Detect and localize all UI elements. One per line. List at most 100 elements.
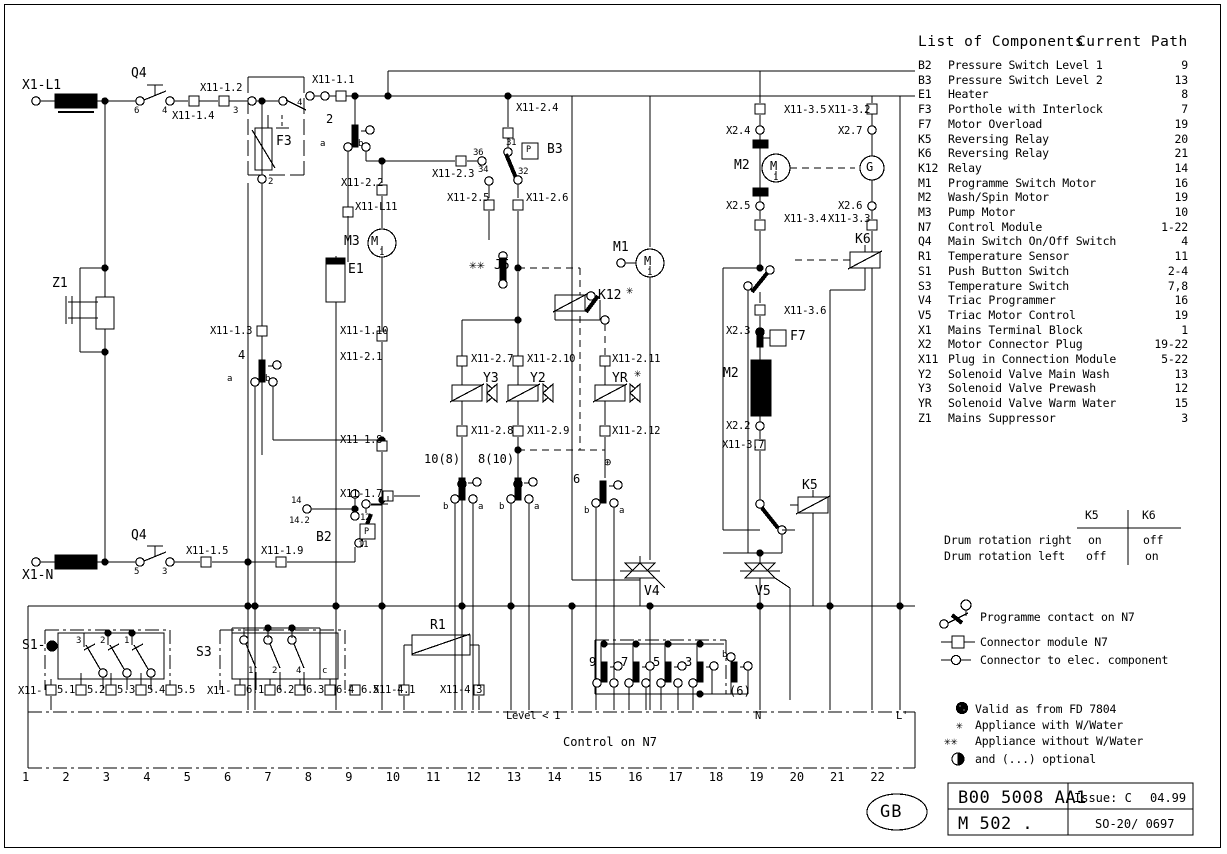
component-name-m1: Programme Switch Motor xyxy=(948,175,1096,190)
contact-6-label: 6 xyxy=(573,472,581,486)
component-name-x1: Mains Terminal Block xyxy=(948,322,1083,337)
contact-6-optional-label: (6) xyxy=(729,684,751,698)
component-name-b2: Pressure Switch Level 1 xyxy=(948,58,1103,72)
path-number-18: 18 xyxy=(708,770,724,784)
s1-contact2-b: b xyxy=(358,139,364,149)
x2-4-label: X2.4 xyxy=(726,125,751,137)
country-code: GB xyxy=(880,802,903,822)
s1-num-1: 1 xyxy=(124,636,130,646)
x11-6-4-label: 6.4 xyxy=(336,684,355,696)
contact-b-label: b xyxy=(722,650,728,660)
x11-5-1-label: 5.1 xyxy=(57,684,76,696)
component-path-v5: 19 xyxy=(1174,307,1189,322)
path-number-5: 5 xyxy=(183,770,191,784)
component-path-q4: 4 xyxy=(1181,234,1188,249)
component-path-z1: 3 xyxy=(1181,410,1188,425)
x11-prefix-s3: X11- xyxy=(207,685,232,697)
x11-prefix-s1: X11- xyxy=(18,685,43,697)
q4-top-num-6: 6 xyxy=(134,106,140,116)
y3-label: Y3 xyxy=(483,371,499,386)
path-number-16: 16 xyxy=(628,770,643,784)
q4-top-label: Q4 xyxy=(131,66,147,81)
q4-bottom-label: Q4 xyxy=(131,528,147,543)
yr-label: YR xyxy=(612,371,628,386)
component-id-m1: M1 xyxy=(918,175,932,190)
x11-1-3-label: X11-1.3 xyxy=(210,325,253,337)
x11-2-8-label: X11-2.8 xyxy=(471,425,514,437)
m2-num-1: 1 xyxy=(773,173,779,183)
wiring-diagram-page: List of Components Current Path B2 Pressu… xyxy=(0,0,1227,854)
drawing-ref: SO-20/ 0697 xyxy=(1095,817,1175,831)
component-name-r1: Temperature Sensor xyxy=(948,249,1070,264)
component-path-b3: 13 xyxy=(1174,72,1189,87)
current-path-header: Current Path xyxy=(1077,34,1188,50)
component-id-n7: N7 xyxy=(918,219,932,234)
x11-3-2-label: X11-3.2 xyxy=(828,104,871,116)
x11-4-1-label: X11-4.1 xyxy=(373,684,416,696)
component-path-r1: 11 xyxy=(1174,249,1189,264)
f3-num-3: 3 xyxy=(233,106,239,116)
component-id-y2: Y2 xyxy=(918,366,932,381)
x11-5-5-label: 5.5 xyxy=(177,684,196,696)
component-name-y2: Solenoid Valve Main Wash xyxy=(948,366,1110,381)
component-id-k6: K6 xyxy=(918,146,932,161)
m2-top-label: M2 xyxy=(734,158,750,173)
component-name-yr: Solenoid Valve Warm Water xyxy=(948,396,1117,411)
y2-contact-b: b xyxy=(499,502,505,512)
s1-contact4-num: 4 xyxy=(238,348,246,362)
x11-3-4-label: X11-3.4 xyxy=(784,213,827,225)
component-id-f7: F7 xyxy=(918,116,932,131)
legend-connector-module-text: Connector module N7 xyxy=(980,635,1108,649)
x11-l11-label: X11-L11 xyxy=(355,201,398,213)
s1-contact2-num: 2 xyxy=(326,112,334,126)
r1-label: R1 xyxy=(430,618,446,633)
n-label: N xyxy=(755,710,762,722)
path-number-1: 1 xyxy=(22,770,30,784)
x2-6-label: X2.6 xyxy=(838,200,863,212)
x11-6-1-label: 6.1 xyxy=(246,684,265,696)
x11-3-6-label: X11-3.6 xyxy=(784,305,827,317)
x11-1-5-label: X11-1.5 xyxy=(186,545,229,557)
b3-num-34: 34 xyxy=(478,165,489,175)
issue-label: Issue: C xyxy=(1074,791,1132,805)
x1-n-label: X1-N xyxy=(22,568,54,583)
contact-7-label: 7 xyxy=(621,655,629,669)
components-list-title: List of Components xyxy=(918,34,1085,50)
f3-label: F3 xyxy=(276,134,292,149)
component-path-v4: 16 xyxy=(1174,293,1189,308)
x11-2-9-label: X11-2.9 xyxy=(527,425,570,437)
component-name-y3: Solenoid Valve Prewash xyxy=(948,381,1096,396)
component-path-m2: 19 xyxy=(1174,190,1189,205)
m3-label: M3 xyxy=(344,234,360,249)
component-id-x2: X2 xyxy=(918,337,932,352)
yr-marker: ✳ xyxy=(634,366,642,380)
component-name-v5: Triac Motor Control xyxy=(948,307,1076,322)
x11-6-3-label: 6.3 xyxy=(306,684,325,696)
s3-num-2: 2 xyxy=(272,666,278,676)
component-name-k6: Reversing Relay xyxy=(948,146,1049,161)
component-path-f3: 7 xyxy=(1181,102,1188,117)
control-on-n7-label: Control on N7 xyxy=(563,735,657,749)
rotation-row-left-k6: on xyxy=(1145,549,1159,563)
component-name-x2: Motor Connector Plug xyxy=(948,337,1083,352)
x11-2-5-label: X11-2.5 xyxy=(447,192,490,204)
q4-bot-num-5: 5 xyxy=(134,567,140,577)
component-name-f7: Motor Overload xyxy=(948,116,1043,131)
note-with-water-marker: ✳ xyxy=(956,718,963,732)
x11-4-3-label: X11-4.3 xyxy=(440,684,483,696)
component-id-f3: F3 xyxy=(918,102,932,117)
b2-num-11: 11 xyxy=(358,540,369,550)
component-name-v4: Triac Programmer xyxy=(948,293,1056,308)
l-prime-label: L' xyxy=(896,710,909,722)
x2-5-label: X2.5 xyxy=(726,200,751,212)
component-path-k6: 21 xyxy=(1174,146,1189,161)
component-id-b2: B2 xyxy=(918,58,932,72)
path-number-22: 22 xyxy=(870,770,885,784)
component-name-x11: Plug in Connection Module xyxy=(948,352,1117,366)
q4-bot-num-3: 3 xyxy=(162,567,168,577)
contact-9-label: 9 xyxy=(589,655,597,669)
component-id-m2: M2 xyxy=(918,190,932,205)
component-path-e1: 8 xyxy=(1181,87,1188,102)
rotation-row-right-k6: off xyxy=(1143,533,1164,547)
component-id-r1: R1 xyxy=(918,249,932,264)
